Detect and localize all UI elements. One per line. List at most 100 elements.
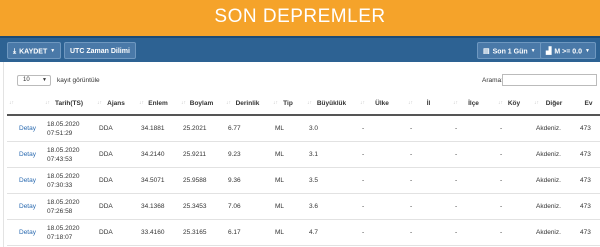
cell-district: - <box>451 219 496 246</box>
table-row: Detay 18.05.2020 07:51:29 DDA 34.1881 25.2021… <box>7 115 600 142</box>
table-body: Detay 18.05.2020 07:51:29 DDA 34.1881 25.2021… <box>7 115 600 246</box>
page-length-label: kayıt görüntüle <box>57 77 100 84</box>
cell-latitude: 34.2140 <box>137 141 179 168</box>
cell-ev: 473 <box>576 167 600 194</box>
search-input[interactable] <box>502 74 597 86</box>
cell-country: - <box>358 141 406 168</box>
cell-longitude: 25.9588 <box>179 167 224 194</box>
results-panel: 10 ▼ kayıt görüntüle Arama: ↓↑ ↓↑ Tarih(T… <box>3 62 600 247</box>
cell-agency: DDA <box>95 141 137 168</box>
calendar-icon: ▤ <box>483 48 490 56</box>
detail-link[interactable]: Detay <box>7 219 43 246</box>
cell-type: ML <box>271 115 305 142</box>
sort-icon: ↓↑ <box>360 100 365 106</box>
cell-depth: 9.23 <box>224 141 271 168</box>
cell-type: ML <box>271 193 305 220</box>
utc-timezone-label: UTC Zaman Dilimi <box>70 48 130 55</box>
chevron-down-icon: ▼ <box>50 48 56 54</box>
sort-icon: ↓↑ <box>408 100 413 106</box>
cell-magnitude: 3.5 <box>305 167 358 194</box>
cell-village: - <box>496 167 532 194</box>
cell-district: - <box>451 167 496 194</box>
cell-time: 07:30:33 <box>47 181 73 189</box>
cell-province: - <box>406 193 451 220</box>
cell-province: - <box>406 115 451 142</box>
cell-ev: 473 <box>576 193 600 220</box>
sort-icon: ↓↑ <box>9 100 14 106</box>
cell-latitude: 34.5071 <box>137 167 179 194</box>
page-title: SON DEPREMLER <box>214 6 386 27</box>
cell-date: 18.05.2020 <box>47 198 80 206</box>
cell-agency: DDA <box>95 115 137 142</box>
cell-time: 07:18:07 <box>47 233 73 241</box>
cell-province: - <box>406 167 451 194</box>
cell-date: 18.05.2020 <box>47 146 80 154</box>
utc-timezone-button[interactable]: UTC Zaman Dilimi <box>64 42 136 59</box>
column-header-country[interactable]: ↓↑ Ülke <box>358 92 406 116</box>
cell-date: 18.05.2020 <box>47 120 80 128</box>
cell-village: - <box>496 141 532 168</box>
cell-village: - <box>496 219 532 246</box>
column-header-magnitude[interactable]: ↓↑ Büyüklük <box>305 92 358 116</box>
detail-link[interactable]: Detay <box>7 193 43 220</box>
cell-longitude: 25.3165 <box>179 219 224 246</box>
cell-longitude: 25.9211 <box>179 141 224 168</box>
cell-district: - <box>451 115 496 142</box>
page-length-select[interactable]: 10 ▼ <box>17 75 51 86</box>
page-length-value: 10 <box>23 77 30 83</box>
cell-date-time: 18.05.2020 07:26:58 <box>43 193 95 220</box>
cell-type: ML <box>271 219 305 246</box>
column-header-agency[interactable]: ↓↑ Ajans <box>95 92 137 116</box>
cell-latitude: 34.1368 <box>137 193 179 220</box>
column-header-latitude[interactable]: ↓↑ Enlem <box>137 92 179 116</box>
cell-time: 07:51:29 <box>47 129 73 137</box>
page-header: SON DEPREMLER <box>0 0 600 36</box>
detail-link[interactable]: Detay <box>7 141 43 168</box>
cell-other: Akdeniz. <box>532 141 576 168</box>
column-header-ev[interactable]: Ev <box>576 92 600 116</box>
cell-ev: 473 <box>576 115 600 142</box>
save-button[interactable]: ⤓ KAYDET ▼ <box>7 42 62 59</box>
cell-longitude: 25.2021 <box>179 115 224 142</box>
cell-agency: DDA <box>95 167 137 194</box>
cell-village: - <box>496 115 532 142</box>
column-header-province[interactable]: ↓↑ İl <box>406 92 451 116</box>
period-filter-button[interactable]: ▤ Son 1 Gün ▼ <box>477 42 542 59</box>
cell-other: Akdeniz. <box>532 115 576 142</box>
sort-icon: ↓↑ <box>453 100 458 106</box>
download-icon: ⤓ <box>13 48 17 56</box>
cell-country: - <box>358 167 406 194</box>
column-header-date[interactable]: ↓↑ Tarih(TS) <box>43 92 95 116</box>
column-header-depth[interactable]: ↓↑ Derinlik <box>224 92 271 116</box>
detail-link[interactable]: Detay <box>7 167 43 194</box>
cell-magnitude: 3.1 <box>305 141 358 168</box>
sort-icon: ↓↑ <box>139 100 144 106</box>
cell-latitude: 34.1881 <box>137 115 179 142</box>
cell-depth: 7.06 <box>224 193 271 220</box>
chevron-down-icon: ▼ <box>42 77 47 83</box>
cell-type: ML <box>271 141 305 168</box>
cell-province: - <box>406 141 451 168</box>
column-header-district[interactable]: ↓↑ İlçe <box>451 92 496 116</box>
detail-link[interactable]: Detay <box>7 115 43 142</box>
search-label: Arama: <box>482 77 503 84</box>
column-header-type[interactable]: ↓↑ Tip <box>271 92 305 116</box>
cell-other: Akdeniz. <box>532 219 576 246</box>
sort-icon: ↓↑ <box>97 100 102 106</box>
chevron-down-icon: ▼ <box>585 48 590 54</box>
column-header-other[interactable]: ↓↑ Diğer <box>532 92 576 116</box>
sort-icon: ↓↑ <box>498 100 503 106</box>
save-button-label: KAYDET <box>19 48 48 56</box>
column-header-village[interactable]: ↓↑ Köy <box>496 92 532 116</box>
cell-magnitude: 4.7 <box>305 219 358 246</box>
sort-icon: ↓↑ <box>181 100 186 106</box>
cell-district: - <box>451 141 496 168</box>
sort-icon: ↓↑ <box>226 100 231 106</box>
magnitude-filter-button[interactable]: ▟ M >= 0.0 ▼ <box>540 42 596 59</box>
table-row: Detay 18.05.2020 07:18:07 DDA 33.4160 25.3165… <box>7 219 600 246</box>
cell-village: - <box>496 193 532 220</box>
magnitude-filter-label: M >= 0.0 <box>554 48 583 56</box>
column-header-longitude[interactable]: ↓↑ Boylam <box>179 92 224 116</box>
table-row: Detay 18.05.2020 07:43:53 DDA 34.2140 25.9211… <box>7 141 600 168</box>
cell-ev: 473 <box>576 141 600 168</box>
